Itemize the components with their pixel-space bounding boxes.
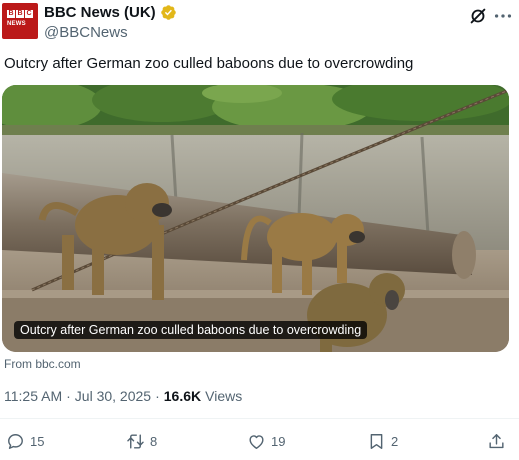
like-icon xyxy=(249,435,264,449)
views-label: Views xyxy=(205,388,243,404)
tweet-meta: 11:25 AM · Jul 30, 2025 · 16.6K Views xyxy=(4,388,242,404)
card-caption: Outcry after German zoo culled baboons d… xyxy=(14,321,368,339)
bookmark-count: 2 xyxy=(391,434,399,449)
link-card[interactable]: Outcry after German zoo culled baboons d… xyxy=(2,85,509,352)
grok-button[interactable] xyxy=(467,5,489,27)
verified-badge-icon[interactable] xyxy=(160,4,177,21)
avatar-news-label: NEWS xyxy=(7,21,26,27)
reply-icon xyxy=(8,434,23,449)
tweet: B B C NEWS BBC News (UK) @BBCNews Outcry… xyxy=(0,0,519,460)
grok-icon xyxy=(470,8,486,24)
card-image xyxy=(2,85,509,352)
bookmark-button[interactable]: 2 xyxy=(367,432,398,451)
repost-count: 8 xyxy=(150,434,158,449)
account-name[interactable]: BBC News (UK) xyxy=(44,4,156,21)
tweet-text: Outcry after German zoo culled baboons d… xyxy=(4,55,414,72)
reply-button[interactable]: 15 xyxy=(6,432,44,451)
reply-count: 15 xyxy=(30,434,45,449)
account-handle[interactable]: @BBCNews xyxy=(44,24,128,41)
bookmark-icon xyxy=(370,434,383,449)
views-count: 16.6K xyxy=(163,388,202,404)
meta-separator: · xyxy=(155,388,160,404)
bbc-logo-letter: B xyxy=(7,10,15,18)
tweet-time[interactable]: 11:25 AM xyxy=(4,388,62,404)
share-icon xyxy=(489,434,504,449)
repost-button[interactable]: 8 xyxy=(126,432,157,451)
avatar[interactable]: B B C NEWS xyxy=(2,3,38,39)
like-count: 19 xyxy=(271,434,286,449)
share-button[interactable] xyxy=(487,432,506,451)
bbc-logo-letter: C xyxy=(25,10,33,18)
card-source-link[interactable]: From bbc.com xyxy=(4,357,81,371)
repost-icon xyxy=(127,434,144,449)
more-icon xyxy=(494,14,512,18)
like-button[interactable]: 19 xyxy=(247,432,285,451)
more-options-button[interactable] xyxy=(492,5,514,27)
tweet-date[interactable]: Jul 30, 2025 xyxy=(75,388,151,404)
meta-separator: · xyxy=(66,388,71,404)
account-header: BBC News (UK) xyxy=(44,4,177,21)
bbc-logo-letter: B xyxy=(16,10,24,18)
divider xyxy=(0,418,519,419)
bbc-logo: B B C xyxy=(7,10,33,18)
